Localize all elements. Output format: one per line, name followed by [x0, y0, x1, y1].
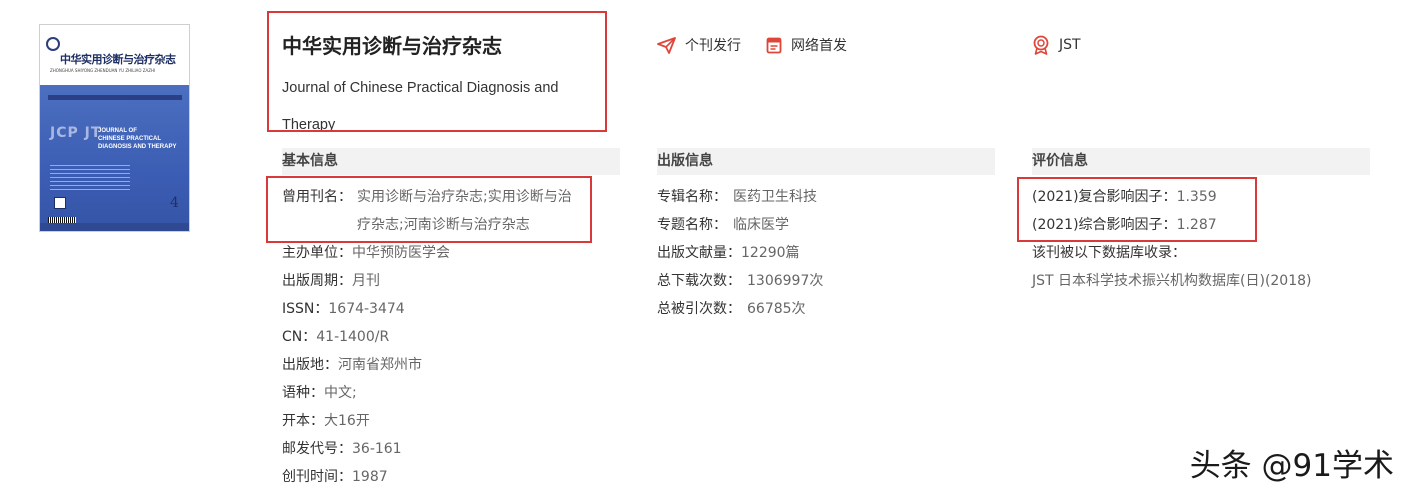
evaluation-info-header: 评价信息	[1032, 148, 1370, 175]
info-row-sponsor: 主办单位：中华预防医学会	[282, 239, 450, 267]
info-row-format: 开本：大16开	[282, 407, 370, 435]
info-label: 出版地：	[282, 357, 338, 373]
info-label: 总下载次数：	[657, 273, 741, 289]
tag-label: 个刊发行	[685, 38, 741, 54]
cover-background	[40, 85, 189, 231]
info-row-frequency: 出版周期：月刊	[282, 267, 380, 295]
info-row-postal-code: 邮发代号：36-161	[282, 435, 402, 463]
info-label: 主办单位：	[282, 245, 352, 261]
info-row-cn: CN：41-1400/R	[282, 323, 389, 351]
publish-row-citations: 总被引次数： 66785次	[657, 295, 806, 323]
cover-text-lines	[50, 165, 130, 191]
cover-strip	[48, 95, 182, 100]
award-icon	[1033, 35, 1049, 55]
info-label: 总被引次数：	[657, 301, 741, 317]
tag-individual-issue[interactable]: 个刊发行	[657, 35, 741, 55]
info-value: 中文;	[324, 385, 357, 401]
eval-db-label: 该刊被以下数据库收录：	[1032, 245, 1186, 261]
impact-factor-highlight-box	[1017, 177, 1257, 242]
cover-issue-number: 4	[170, 195, 179, 211]
publish-info-header: 出版信息	[657, 148, 995, 175]
tag-label: 网络首发	[791, 38, 847, 54]
info-value: 41-1400/R	[316, 329, 390, 345]
info-row-founded: 创刊时间：1987	[282, 463, 388, 491]
cover-logo-icon	[46, 37, 60, 51]
journal-cover-image[interactable]: 中华实用诊断与治疗杂志 ZHONGHUA SHIYONG ZHENDUAN YU…	[39, 24, 190, 232]
info-value: 河南省郑州市	[338, 357, 422, 373]
cover-jcp-logo: JCP JT	[50, 125, 102, 141]
info-value: 1987	[352, 469, 388, 485]
tag-online-first[interactable]: 网络首发	[766, 35, 847, 55]
info-label: 专辑名称：	[657, 189, 727, 205]
eval-db-link[interactable]: JST 日本科学技术振兴机构数据库(日)(2018)	[1032, 267, 1312, 295]
info-label: 专题名称：	[657, 217, 727, 233]
info-label: 邮发代号：	[282, 441, 352, 457]
tag-jst[interactable]: JST	[1032, 35, 1081, 55]
info-value: 66785次	[747, 301, 806, 317]
info-label: 创刊时间：	[282, 469, 352, 485]
document-icon	[766, 37, 782, 53]
info-value: 大16开	[324, 413, 370, 429]
info-row-location: 出版地：河南省郑州市	[282, 351, 422, 379]
info-value: 中华预防医学会	[352, 245, 450, 261]
publish-row-topic: 专题名称： 临床医学	[657, 211, 789, 239]
cover-pinyin: ZHONGHUA SHIYONG ZHENDUAN YU ZHILIAO ZAZ…	[50, 68, 156, 73]
info-value: 1306997次	[747, 273, 824, 289]
info-value: 医药卫生科技	[733, 189, 817, 205]
basic-info-header-label: 基本信息	[282, 153, 338, 169]
title-highlight-box	[267, 11, 607, 132]
info-row-issn: ISSN：1674-3474	[282, 295, 405, 323]
send-icon	[657, 36, 676, 54]
info-value: 36-161	[352, 441, 402, 457]
info-value: 1674-3474	[328, 301, 405, 317]
publish-row-downloads: 总下载次数： 1306997次	[657, 267, 823, 295]
basic-info-header: 基本信息	[282, 148, 620, 175]
info-label: 出版周期：	[282, 273, 352, 289]
cover-title-cn: 中华实用诊断与治疗杂志	[60, 53, 176, 66]
info-label: 出版文献量：	[657, 245, 741, 261]
cover-title-en: JOURNAL OF CHINESE PRACTICAL DIAGNOSIS A…	[98, 128, 177, 150]
info-label: CN：	[282, 329, 317, 345]
info-value: 临床医学	[733, 217, 789, 233]
tag-label: JST	[1059, 37, 1081, 53]
info-row-language: 语种：中文;	[282, 379, 357, 407]
cover-qr-code-icon	[54, 197, 66, 209]
former-names-highlight-box	[266, 176, 592, 243]
info-value: 月刊	[352, 273, 380, 289]
publish-row-volume: 出版文献量：12290篇	[657, 239, 800, 267]
info-label: ISSN：	[282, 301, 329, 317]
info-label: 开本：	[282, 413, 324, 429]
cover-footer	[40, 223, 189, 231]
publish-row-album: 专辑名称： 医药卫生科技	[657, 183, 817, 211]
info-value: 12290篇	[741, 245, 800, 261]
info-label: 语种：	[282, 385, 324, 401]
publish-info-header-label: 出版信息	[657, 153, 713, 169]
evaluation-info-header-label: 评价信息	[1032, 153, 1088, 169]
watermark: 头条 @91学术	[1189, 448, 1394, 484]
